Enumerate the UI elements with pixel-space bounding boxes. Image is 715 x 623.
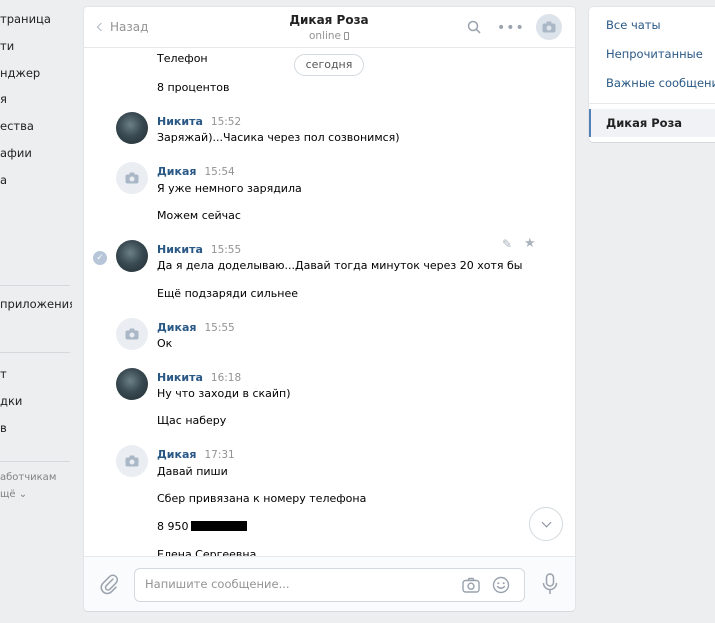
message-text: Сбер привязана к номеру телефона [157,492,367,505]
nav-item-photos[interactable]: афии [0,146,72,160]
emoji-icon[interactable] [492,576,510,594]
message-text: Щас наберу [157,414,227,427]
date-divider: сегодня [294,54,364,76]
nav-divider [0,461,70,462]
message-time: 16:18 [210,372,242,384]
message-text: Ну что заходи в скайп) [157,387,291,400]
message-time: 15:52 [210,116,242,128]
peer-status: online [254,30,404,42]
peer-status-text: online [308,30,342,42]
nav-item-messenger[interactable]: нджер [0,66,72,80]
peer-avatar[interactable] [536,14,562,40]
peer-info[interactable]: Дикая Роза online [254,13,404,42]
message-text: Заряжай)...Часика через пол созвонимся) [157,131,400,144]
message-text: Елена Сергеевна [157,548,257,556]
redaction-block [190,521,247,531]
scroll-down-button[interactable] [529,507,563,541]
message-input[interactable] [145,577,445,591]
check-icon: ✓ [93,251,107,265]
message-text: Телефон [157,52,208,65]
message-text: 8 950 [157,520,247,533]
camera-icon [125,328,139,340]
nav-item-friends[interactable]: я [0,92,72,106]
nav-item-lower-1[interactable]: т [0,367,72,381]
message-time: 15:55 [210,244,242,256]
search-icon[interactable] [467,20,481,34]
avatar[interactable] [116,445,148,477]
camera-icon [542,21,556,33]
message-text: Ещё подзаряди сильнее [157,287,298,300]
chat-filter-sidebar: Все чаты Непрочитанные Важные сообщения … [589,7,715,142]
message-author[interactable]: Никита 15:55 [157,243,241,256]
mobile-phone-icon [344,32,350,40]
back-label: Назад [110,20,149,34]
message-text: Я уже немного зарядила [157,182,302,195]
active-conversation-label: Дикая Роза [606,116,683,130]
message-text: Давай пиши [157,465,228,478]
message-author[interactable]: Никита 15:52 [157,115,241,128]
message-text: 8 процентов [157,81,230,94]
message-text: Можем сейчас [157,209,241,222]
sidebar-divider [589,103,715,104]
message-author[interactable]: Дикая 15:54 [157,165,235,178]
message-author[interactable]: Дикая 15:55 [157,321,235,334]
star-icon[interactable]: ★ [524,236,536,251]
message-text: Да я дела доделываю...Давай тогда минуто… [157,259,523,272]
message-text: Ок [157,337,173,350]
avatar[interactable] [116,112,148,144]
nav-item-apps[interactable]: приложения [0,297,72,311]
message-time: 17:31 [204,449,235,461]
avatar[interactable] [116,318,148,350]
nav-divider [0,352,70,353]
nav-item-lower-3[interactable]: в [0,421,72,435]
nav-item-lower-2[interactable]: дки [0,394,72,408]
paperclip-icon[interactable] [98,573,120,595]
chevron-down-icon [541,517,551,527]
active-conversation[interactable]: Дикая Роза [589,109,715,137]
filter-important[interactable]: Важные сообщения [606,76,715,90]
message-input-box[interactable] [134,568,525,602]
nav-item-music[interactable]: а [0,173,72,187]
nav-divider [0,285,70,286]
avatar[interactable] [116,368,148,400]
message-author[interactable]: Никита 16:18 [157,371,241,384]
footer-link-developers[interactable]: аботчикам [0,472,72,483]
avatar[interactable] [116,162,148,194]
filter-unread[interactable]: Непрочитанные [606,47,703,61]
camera-icon [125,455,139,467]
phone-number-prefix: 8 950 [157,520,189,533]
back-button[interactable]: Назад [96,20,149,34]
peer-name: Дикая Роза [289,13,369,27]
edit-icon[interactable]: ✎ [502,237,512,251]
nav-item-page[interactable]: траница [0,12,72,26]
nav-item-communities[interactable]: ества [0,119,72,133]
avatar[interactable] [116,240,148,272]
camera-icon [125,172,139,184]
camera-icon[interactable] [462,577,480,593]
chevron-left-icon [96,22,106,32]
message-composer [84,556,575,611]
chat-header: Назад Дикая Роза online ••• [84,7,575,48]
chat-panel: Назад Дикая Роза online ••• Телефон сего… [84,7,575,611]
nav-item-news[interactable]: ти [0,39,72,53]
more-icon[interactable]: ••• [497,20,525,36]
message-history[interactable]: Телефон сегодня 8 процентов Никита 15:52 … [84,48,575,556]
message-time: 15:55 [204,322,235,334]
message-author[interactable]: Дикая 17:31 [157,448,235,461]
message-time: 15:54 [204,166,235,178]
left-navigation: траница ти нджер я ества афии а приложен… [0,0,72,623]
filter-all-chats[interactable]: Все чаты [606,18,661,32]
microphone-icon[interactable] [542,573,558,595]
footer-link-more[interactable]: щё ⌄ [0,489,72,500]
